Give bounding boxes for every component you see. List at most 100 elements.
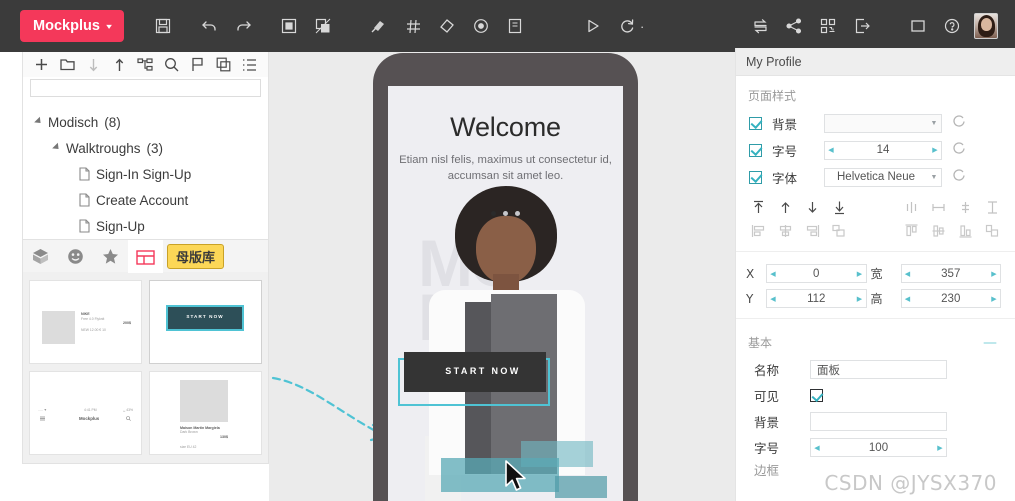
align-right-icon[interactable]	[804, 222, 821, 239]
grid-icon[interactable]	[398, 11, 428, 41]
undo-icon[interactable]	[194, 11, 224, 41]
align-stack-icon[interactable]	[831, 222, 848, 239]
stepper-decrement-icon[interactable]: ◀	[902, 270, 914, 278]
flag-icon[interactable]	[186, 52, 210, 77]
stepper-increment-icon[interactable]: ▶	[854, 295, 866, 303]
stepper-increment-icon[interactable]: ▶	[934, 444, 946, 452]
page-search-input[interactable]	[30, 79, 261, 97]
export-icon[interactable]	[847, 11, 877, 41]
move-up-icon[interactable]	[107, 52, 131, 77]
fullscreen-icon[interactable]	[903, 11, 933, 41]
qrcode-icon[interactable]	[813, 11, 843, 41]
font-family-checkbox[interactable]	[749, 170, 762, 184]
tree-page-sign-up[interactable]: Sign-Up	[33, 213, 268, 239]
reset-circle-icon[interactable]	[952, 168, 966, 187]
align-bottom-icon[interactable]	[957, 222, 974, 239]
distribute-horizontal-icon[interactable]	[930, 199, 947, 216]
align-baseline-icon[interactable]	[984, 222, 1001, 239]
align-middle-icon[interactable]	[930, 222, 947, 239]
start-now-button[interactable]: START NOW	[404, 352, 546, 392]
send-to-back-icon[interactable]	[831, 199, 848, 216]
target-icon[interactable]	[466, 11, 496, 41]
add-folder-icon[interactable]	[55, 52, 79, 77]
distribute-center-icon[interactable]	[957, 199, 974, 216]
note-icon[interactable]	[500, 11, 530, 41]
tree-page-sign-in-sign-up[interactable]: Sign-In Sign-Up	[33, 161, 268, 187]
y-stepper[interactable]: ◀ 112 ▶	[766, 289, 867, 308]
carousel-dots[interactable]	[388, 211, 623, 216]
distribute-middle-icon[interactable]	[984, 199, 1001, 216]
font-size-checkbox[interactable]	[749, 143, 762, 157]
preview-play-icon[interactable]	[578, 11, 608, 41]
stepper-decrement-icon[interactable]: ◀	[902, 295, 914, 303]
icons-tab[interactable]	[58, 240, 93, 273]
carousel-dot[interactable]	[491, 211, 496, 216]
design-canvas[interactable]: MO DIS Welcome Etiam nisl felis, ma	[269, 52, 735, 501]
master-thumb-start-now[interactable]: START NOW	[149, 280, 262, 364]
tree-page-create-account[interactable]: Create Account	[33, 187, 268, 213]
list-icon[interactable]	[238, 52, 262, 77]
visible-checkbox[interactable]	[810, 389, 823, 402]
components-tab[interactable]	[23, 240, 58, 273]
group-icon[interactable]	[274, 11, 304, 41]
master-thumb-product-row[interactable]: NIKE Free 4.0 Flyknit NEW 12.00 € 10 200…	[29, 280, 142, 364]
stepper-increment-icon[interactable]: ▶	[988, 295, 1000, 303]
font-size-stepper[interactable]: ◀ 100 ▶	[810, 438, 947, 457]
align-left-icon[interactable]	[750, 222, 767, 239]
minus-icon[interactable]: —	[983, 335, 1003, 351]
refresh-caret-icon[interactable]: ·	[640, 19, 644, 34]
duplicate-icon[interactable]	[212, 52, 236, 77]
ungroup-icon[interactable]	[308, 11, 338, 41]
flow-icon[interactable]	[745, 11, 775, 41]
x-stepper[interactable]: ◀ 0 ▶	[766, 264, 867, 283]
help-icon[interactable]	[937, 11, 967, 41]
avatar[interactable]	[971, 11, 1001, 41]
basic-row-border-cutoff: 边框	[744, 461, 1007, 478]
carousel-dot[interactable]	[503, 211, 508, 216]
send-backward-icon[interactable]	[804, 199, 821, 216]
search-icon[interactable]	[160, 52, 184, 77]
save-icon[interactable]	[148, 11, 178, 41]
stepper-decrement-icon[interactable]: ◀	[767, 295, 779, 303]
stepper-increment-icon[interactable]: ▶	[929, 146, 941, 154]
font-size-stepper[interactable]: ◀ 14 ▶	[824, 140, 942, 160]
distribute-vertical-icon[interactable]	[903, 199, 920, 216]
tree-folder-modisch[interactable]: Modisch (8)	[33, 109, 268, 135]
master-thumb-product-card[interactable]: Maison Martin Margiela Dark Brown size E…	[149, 371, 262, 455]
align-top-icon[interactable]	[903, 222, 920, 239]
carousel-dot[interactable]	[515, 211, 520, 216]
shape-icon[interactable]	[432, 11, 462, 41]
align-center-icon[interactable]	[777, 222, 794, 239]
name-input[interactable]: 面板	[810, 360, 947, 379]
bring-to-front-icon[interactable]	[750, 199, 767, 216]
stepper-increment-icon[interactable]: ▶	[988, 270, 1000, 278]
background-color-select[interactable]: ▼	[824, 113, 942, 133]
reset-circle-icon[interactable]	[952, 114, 966, 133]
stepper-decrement-icon[interactable]: ◀	[811, 444, 823, 452]
move-down-icon[interactable]	[81, 52, 105, 77]
tree-folder-walktroughs[interactable]: Walktroughs (3)	[33, 135, 268, 161]
width-stepper[interactable]: ◀ 357 ▶	[900, 264, 1001, 283]
background-checkbox[interactable]	[749, 116, 762, 130]
masters-tab[interactable]	[128, 239, 163, 273]
chevron-expanded-icon[interactable]	[34, 116, 44, 126]
link-icon[interactable]	[364, 11, 394, 41]
stepper-decrement-icon[interactable]: ◀	[825, 146, 837, 154]
redo-icon[interactable]	[228, 11, 258, 41]
share-icon[interactable]	[779, 11, 809, 41]
add-page-icon[interactable]	[29, 52, 53, 77]
refresh-icon[interactable]	[612, 11, 642, 41]
reset-circle-icon[interactable]	[952, 141, 966, 160]
chevron-expanded-icon[interactable]	[52, 142, 62, 152]
bring-forward-icon[interactable]	[777, 199, 794, 216]
stepper-decrement-icon[interactable]: ◀	[767, 270, 779, 278]
background-color-input[interactable]	[810, 412, 947, 431]
master-thumb-phone-bar[interactable]: ..... ▼ 4:41 PM ␣ 43% Mockplus	[29, 371, 142, 455]
font-family-select[interactable]: Helvetica Neue ▼	[824, 167, 942, 187]
favorites-tab[interactable]	[93, 240, 128, 273]
brand-menu-button[interactable]: Mockplus ▾	[20, 10, 124, 42]
height-stepper[interactable]: ◀ 230 ▶	[900, 289, 1001, 308]
stepper-increment-icon[interactable]: ▶	[854, 270, 866, 278]
sitemap-icon[interactable]	[133, 52, 157, 77]
phone-screen[interactable]: MO DIS Welcome Etiam nisl felis, ma	[388, 86, 623, 501]
